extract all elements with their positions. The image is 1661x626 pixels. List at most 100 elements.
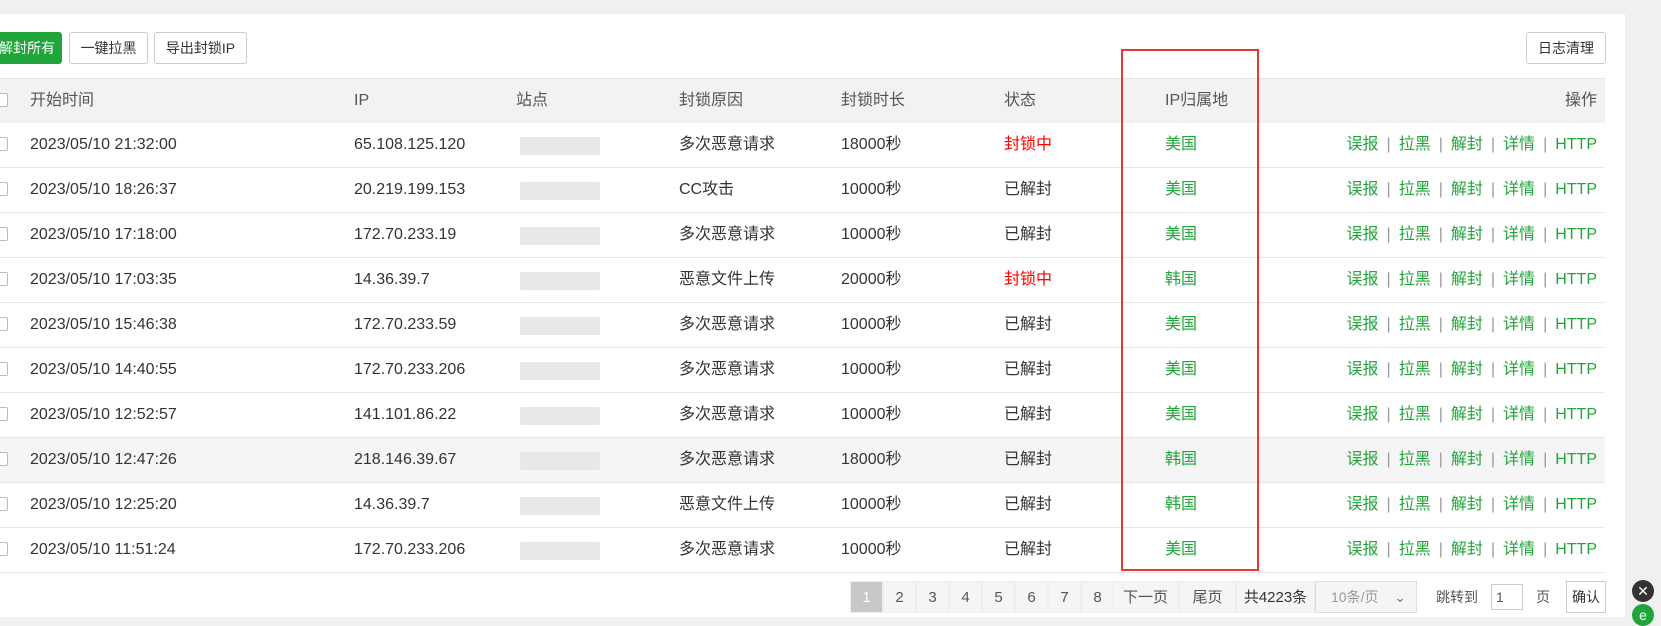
action-link[interactable]: HTTP [1555,406,1597,423]
header-time: 开始时间 [30,92,95,109]
row-checkbox[interactable] [0,542,8,556]
help-icon[interactable]: e [1632,604,1654,626]
action-link[interactable]: 详情 [1503,496,1535,513]
action-link[interactable]: 详情 [1503,271,1535,288]
action-link[interactable]: 拉黑 [1399,406,1431,423]
select-all-checkbox[interactable] [0,93,8,107]
action-link[interactable]: 详情 [1503,406,1535,423]
row-checkbox[interactable] [0,137,8,151]
site-redacted [520,362,600,380]
action-link[interactable]: 拉黑 [1399,271,1431,288]
action-link[interactable]: 拉黑 [1399,541,1431,558]
action-link[interactable]: 解封 [1451,271,1483,288]
action-link[interactable]: 解封 [1451,361,1483,378]
action-link[interactable]: 拉黑 [1399,226,1431,243]
confirm-jump-button[interactable]: 确认 [1566,581,1606,613]
action-link[interactable]: 拉黑 [1399,451,1431,468]
page-button[interactable]: 6 [1015,581,1048,613]
close-icon[interactable]: ✕ [1632,580,1654,602]
action-link[interactable]: 详情 [1503,361,1535,378]
action-link[interactable]: 拉黑 [1399,136,1431,153]
action-link[interactable]: HTTP [1555,541,1597,558]
action-link[interactable]: HTTP [1555,451,1597,468]
page-button[interactable]: 7 [1048,581,1081,613]
action-link[interactable]: HTTP [1555,181,1597,198]
last-page-button[interactable]: 尾页 [1179,581,1236,613]
next-page-button[interactable]: 下一页 [1112,581,1179,613]
row-checkbox[interactable] [0,407,8,421]
row-checkbox[interactable] [0,182,8,196]
action-separator: | [1386,136,1391,153]
action-link[interactable]: 误报 [1347,451,1379,468]
action-link[interactable]: 解封 [1451,496,1483,513]
action-link[interactable]: 解封 [1451,451,1483,468]
page-button[interactable]: 2 [883,581,916,613]
page-button[interactable]: 1 [850,581,883,613]
site-redacted [520,542,600,560]
action-link[interactable]: HTTP [1555,271,1597,288]
action-link[interactable]: 拉黑 [1399,496,1431,513]
action-link[interactable]: 拉黑 [1399,361,1431,378]
clear-log-button[interactable]: 日志清理 [1526,32,1606,64]
page-button[interactable]: 4 [949,581,982,613]
action-link[interactable]: 详情 [1503,226,1535,243]
blacklist-all-button[interactable]: 一键拉黑 [69,32,148,64]
action-link[interactable]: 误报 [1347,181,1379,198]
export-blocked-ip-button[interactable]: 导出封锁IP [154,32,247,64]
action-link[interactable]: 解封 [1451,406,1483,423]
action-link[interactable]: 拉黑 [1399,181,1431,198]
action-link[interactable]: 解封 [1451,226,1483,243]
total-count: 共4223条 [1236,581,1315,613]
action-link[interactable]: 误报 [1347,406,1379,423]
action-separator: | [1490,361,1496,378]
row-checkbox[interactable] [0,362,8,376]
action-separator: | [1386,406,1391,423]
action-link[interactable]: 误报 [1347,316,1379,333]
action-separator: | [1543,181,1548,198]
row-checkbox[interactable] [0,497,8,511]
cell-time: 2023/05/10 11:51:24 [30,541,176,558]
action-link[interactable]: 误报 [1347,361,1379,378]
action-link[interactable]: 解封 [1451,541,1483,558]
action-link[interactable]: HTTP [1555,316,1597,333]
action-link[interactable]: HTTP [1555,361,1597,378]
page-button[interactable]: 5 [982,581,1015,613]
page-button[interactable]: 3 [916,581,949,613]
action-link[interactable]: 详情 [1503,541,1535,558]
action-link[interactable]: 详情 [1503,136,1535,153]
action-link[interactable]: 详情 [1503,451,1535,468]
unblock-all-button[interactable]: 解封所有 [0,32,62,64]
jump-page-input[interactable]: 1 [1491,584,1523,610]
row-checkbox[interactable] [0,317,8,331]
action-separator: | [1386,316,1391,333]
action-link[interactable]: 误报 [1347,226,1379,243]
table-row: 2023/05/10 17:03:35 14.36.39.7 恶意文件上传 20000… [0,258,1605,303]
action-link[interactable]: 详情 [1503,181,1535,198]
row-actions: 误报 | 拉黑 | 解封 | 详情 | HTTP [1347,348,1597,392]
action-link[interactable]: 误报 [1347,271,1379,288]
row-actions: 误报 | 拉黑 | 解封 | 详情 | HTTP [1347,123,1597,167]
action-link[interactable]: 拉黑 [1399,316,1431,333]
cell-ip: 172.70.233.59 [354,316,457,333]
row-checkbox[interactable] [0,227,8,241]
action-link[interactable]: 解封 [1451,136,1483,153]
action-link[interactable]: 误报 [1347,541,1379,558]
action-link[interactable]: 解封 [1451,181,1483,198]
cell-status: 已解封 [1004,181,1053,198]
action-link[interactable]: 详情 [1503,316,1535,333]
action-link[interactable]: HTTP [1555,136,1597,153]
table-row: 2023/05/10 12:52:57 141.101.86.22 多次恶意请求 10… [0,393,1605,438]
action-link[interactable]: 误报 [1347,496,1379,513]
action-link[interactable]: HTTP [1555,496,1597,513]
row-actions: 误报 | 拉黑 | 解封 | 详情 | HTTP [1347,483,1597,527]
cell-status: 已解封 [1004,361,1053,378]
action-link[interactable]: HTTP [1555,226,1597,243]
action-link[interactable]: 解封 [1451,316,1483,333]
page-button[interactable]: 8 [1081,581,1114,613]
row-checkbox[interactable] [0,452,8,466]
cell-reason: CC攻击 [679,181,735,198]
row-checkbox[interactable] [0,272,8,286]
row-actions: 误报 | 拉黑 | 解封 | 详情 | HTTP [1347,393,1597,437]
action-link[interactable]: 误报 [1347,136,1379,153]
per-page-select[interactable]: 10条/页 ⌄ [1315,581,1417,613]
